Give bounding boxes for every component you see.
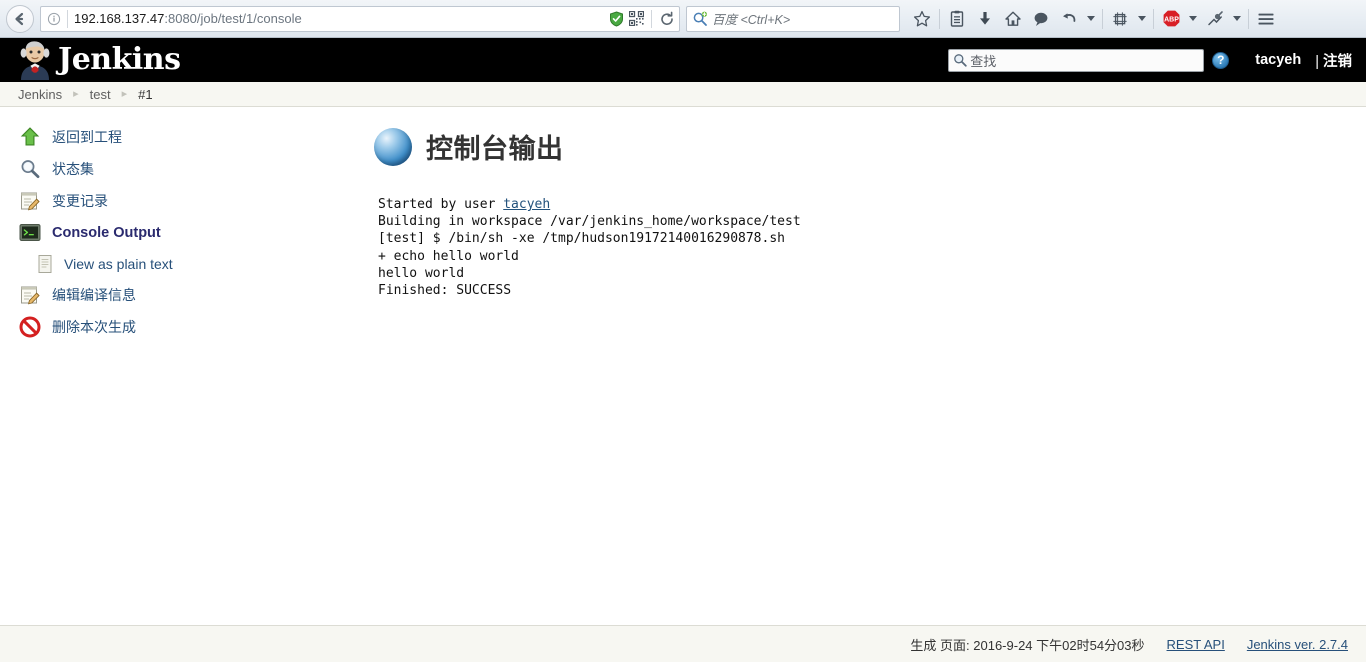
undo-icon[interactable] bbox=[1055, 5, 1083, 33]
console-line: + echo hello world bbox=[378, 248, 519, 264]
console-line-started-by: Started by user tacyeh bbox=[378, 197, 550, 212]
breadcrumb-item-build[interactable]: #1 bbox=[138, 87, 152, 102]
sidebar-item-changes[interactable]: 变更记录 bbox=[0, 185, 360, 217]
page-info-icon[interactable] bbox=[45, 10, 63, 28]
page-footer: 生成 页面: 2016-9-24 下午02时54分03秒 REST API Je… bbox=[0, 625, 1366, 662]
address-bar-icons bbox=[605, 9, 675, 28]
toolbar-divider bbox=[1102, 8, 1103, 29]
notepad-edit-icon bbox=[18, 189, 42, 213]
blue-orb-icon bbox=[374, 127, 412, 166]
sidebar: 返回到工程 状态集 变更记录 Console Output View as pl… bbox=[0, 107, 360, 625]
address-divider bbox=[67, 9, 68, 28]
browser-search-box[interactable]: 百度 <Ctrl+K> bbox=[686, 5, 900, 32]
qrcode-icon[interactable] bbox=[629, 11, 644, 26]
toolbar-divider bbox=[1248, 8, 1249, 29]
toolbar-divider bbox=[939, 8, 940, 29]
undo-dropdown-caret[interactable] bbox=[1083, 5, 1099, 33]
sidebar-item-edit-build-information[interactable]: 编辑编译信息 bbox=[0, 279, 360, 311]
security-shield-icon[interactable] bbox=[609, 10, 624, 27]
sidebar-item-label: 状态集 bbox=[52, 161, 94, 177]
jenkins-brand-text: Jenkins bbox=[58, 42, 181, 77]
chat-bubble-icon[interactable] bbox=[1027, 5, 1055, 33]
sidebar-item-back-to-project[interactable]: 返回到工程 bbox=[0, 121, 360, 153]
sidebar-item-label: 编辑编译信息 bbox=[52, 287, 136, 303]
magnifier-icon bbox=[18, 157, 42, 181]
current-user-link[interactable]: tacyeh bbox=[1255, 52, 1301, 68]
logout-separator: | bbox=[1315, 53, 1319, 70]
baidu-search-icon bbox=[692, 11, 708, 27]
home-icon[interactable] bbox=[999, 5, 1027, 33]
reload-icon[interactable] bbox=[659, 11, 675, 27]
console-user-link[interactable]: tacyeh bbox=[503, 197, 550, 212]
console-output-text: Started by user tacyeh Building in works… bbox=[374, 196, 1366, 299]
sidebar-subitem-label: View as plain text bbox=[64, 256, 173, 272]
sidebar-item-label: 删除本次生成 bbox=[52, 319, 136, 335]
jenkins-search-box[interactable]: 查找 bbox=[948, 48, 1205, 72]
sidebar-item-label: 变更记录 bbox=[52, 193, 108, 209]
jenkins-header: Jenkins 查找 ? tacyeh | 注销 bbox=[0, 38, 1366, 82]
delete-forbidden-icon bbox=[18, 315, 42, 339]
rest-api-link[interactable]: REST API bbox=[1167, 637, 1225, 652]
help-icon[interactable]: ? bbox=[1212, 51, 1230, 69]
screenshot-dropdown-caret[interactable] bbox=[1134, 5, 1150, 33]
search-icon bbox=[953, 53, 967, 67]
url-path: :8080/job/test/1/console bbox=[164, 11, 302, 26]
adblock-plus-icon[interactable]: ABP bbox=[1157, 5, 1185, 33]
console-line: hello world bbox=[378, 265, 465, 281]
back-arrow-icon bbox=[12, 11, 28, 27]
address-bar[interactable]: 192.168.137.47:8080/job/test/1/console bbox=[40, 5, 680, 32]
menu-hamburger-icon[interactable] bbox=[1252, 5, 1280, 33]
page-body: 返回到工程 状态集 变更记录 Console Output View as pl… bbox=[0, 107, 1366, 625]
sidebar-item-status[interactable]: 状态集 bbox=[0, 153, 360, 185]
jenkins-search-placeholder: 查找 bbox=[970, 53, 997, 69]
sidebar-subitem-view-plain-text[interactable]: View as plain text bbox=[0, 249, 360, 279]
main-content: 控制台输出 Started by user tacyeh Building in… bbox=[360, 107, 1366, 625]
bookmark-star-icon[interactable] bbox=[908, 5, 936, 33]
downloads-icon[interactable] bbox=[971, 5, 999, 33]
page-title: 控制台输出 bbox=[374, 127, 1366, 166]
svg-text:ABP: ABP bbox=[1164, 16, 1179, 23]
jenkins-home-link[interactable]: Jenkins bbox=[18, 40, 181, 80]
terminal-icon bbox=[18, 221, 42, 245]
plugin-icon[interactable] bbox=[1201, 5, 1229, 33]
console-line: Finished: SUCCESS bbox=[378, 283, 512, 299]
up-arrow-icon bbox=[18, 125, 42, 149]
jenkins-version-link[interactable]: Jenkins ver. 2.7.4 bbox=[1247, 637, 1348, 652]
jenkins-butler-logo bbox=[18, 40, 52, 80]
notepad-edit-icon bbox=[18, 283, 42, 307]
sidebar-item-delete-build[interactable]: 删除本次生成 bbox=[0, 311, 360, 343]
sidebar-item-label: Console Output bbox=[52, 225, 161, 241]
console-line: Building in workspace /var/jenkins_home/… bbox=[378, 214, 801, 230]
breadcrumb-item-test[interactable]: test bbox=[90, 87, 111, 102]
browser-search-placeholder: 百度 <Ctrl+K> bbox=[712, 13, 791, 27]
plugin-dropdown-caret[interactable] bbox=[1229, 5, 1245, 33]
document-icon bbox=[34, 253, 56, 275]
url-host: 192.168.137.47 bbox=[74, 11, 165, 26]
browser-extension-toolbar: ABP bbox=[908, 5, 1280, 33]
toolbar-divider bbox=[651, 9, 652, 28]
sidebar-item-console-output[interactable]: Console Output bbox=[0, 217, 360, 249]
console-line: [test] $ /bin/sh -xe /tmp/hudson19172140… bbox=[378, 231, 785, 247]
browser-toolbar: 192.168.137.47:8080/job/test/1/console 百… bbox=[0, 0, 1366, 38]
logout-link[interactable]: | 注销 bbox=[1315, 50, 1352, 71]
console-started-prefix: Started by user bbox=[378, 197, 504, 212]
adblock-dropdown-caret[interactable] bbox=[1185, 5, 1201, 33]
sidebar-item-label: 返回到工程 bbox=[52, 129, 122, 145]
page-title-text: 控制台输出 bbox=[426, 134, 564, 165]
header-right-group: 查找 ? tacyeh | 注销 bbox=[948, 48, 1352, 72]
breadcrumb-separator: ▸ bbox=[73, 87, 79, 100]
screenshot-icon[interactable] bbox=[1106, 5, 1134, 33]
back-button[interactable] bbox=[6, 4, 34, 33]
footer-generated-text: 生成 页面: 2016-9-24 下午02时54分03秒 bbox=[910, 637, 1145, 653]
breadcrumb-separator: ▸ bbox=[121, 87, 128, 100]
breadcrumb: Jenkins ▸ test ▸ #1 bbox=[0, 82, 1366, 107]
address-text: 192.168.137.47:8080/job/test/1/console bbox=[74, 11, 605, 26]
logout-label: 注销 bbox=[1323, 53, 1352, 70]
toolbar-divider bbox=[1153, 8, 1154, 29]
reading-list-icon[interactable] bbox=[943, 5, 971, 33]
breadcrumb-item-jenkins[interactable]: Jenkins bbox=[18, 87, 62, 102]
